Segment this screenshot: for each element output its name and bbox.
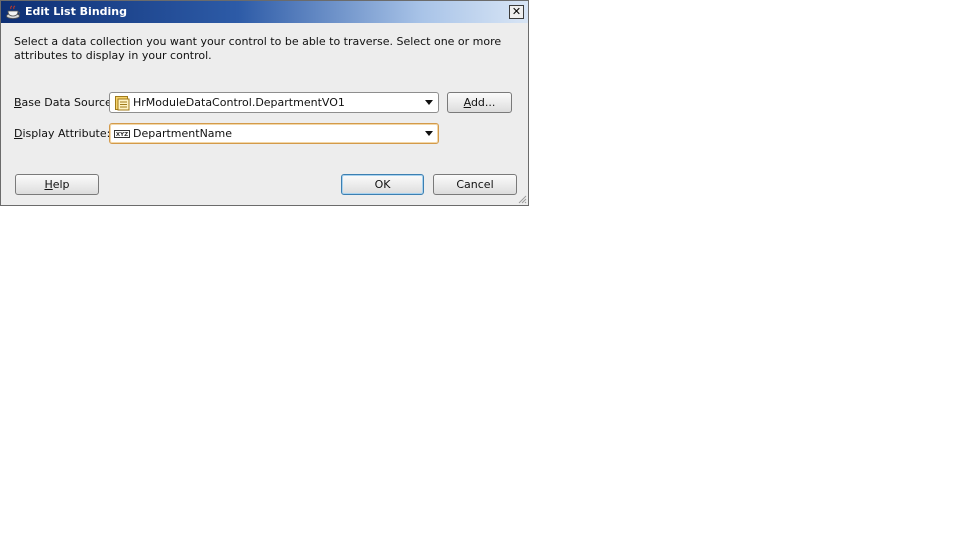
view-object-icon xyxy=(115,96,130,111)
title-bar[interactable]: Edit List Binding ✕ xyxy=(1,1,528,23)
edit-list-binding-dialog: Edit List Binding ✕ Select a data collec… xyxy=(0,0,529,206)
display-attribute-value: DepartmentName xyxy=(133,127,233,140)
base-data-source-label: Base Data Source: xyxy=(14,96,116,109)
close-button[interactable]: ✕ xyxy=(509,5,524,19)
display-attribute-combo[interactable]: XYZ DepartmentName xyxy=(109,123,439,144)
help-button[interactable]: Help xyxy=(15,174,99,195)
chevron-down-icon[interactable] xyxy=(425,100,433,105)
resize-grip-icon[interactable] xyxy=(517,194,527,204)
add-button[interactable]: Add... xyxy=(447,92,512,113)
close-icon: ✕ xyxy=(511,5,522,18)
chevron-down-icon[interactable] xyxy=(425,131,433,136)
ok-button[interactable]: OK xyxy=(341,174,424,195)
base-data-source-combo[interactable]: HrModuleDataControl.DepartmentVO1 xyxy=(109,92,439,113)
svg-text:XYZ: XYZ xyxy=(116,132,128,138)
instructions-text: Select a data collection you want your c… xyxy=(14,35,502,62)
cancel-button[interactable]: Cancel xyxy=(433,174,517,195)
base-data-source-value: HrModuleDataControl.DepartmentVO1 xyxy=(133,96,345,109)
dialog-title: Edit List Binding xyxy=(25,5,127,18)
attribute-icon: XYZ xyxy=(114,130,130,138)
oracle-jdeveloper-cup-icon xyxy=(6,5,21,19)
display-attribute-label: Display Attribute: xyxy=(14,127,111,140)
